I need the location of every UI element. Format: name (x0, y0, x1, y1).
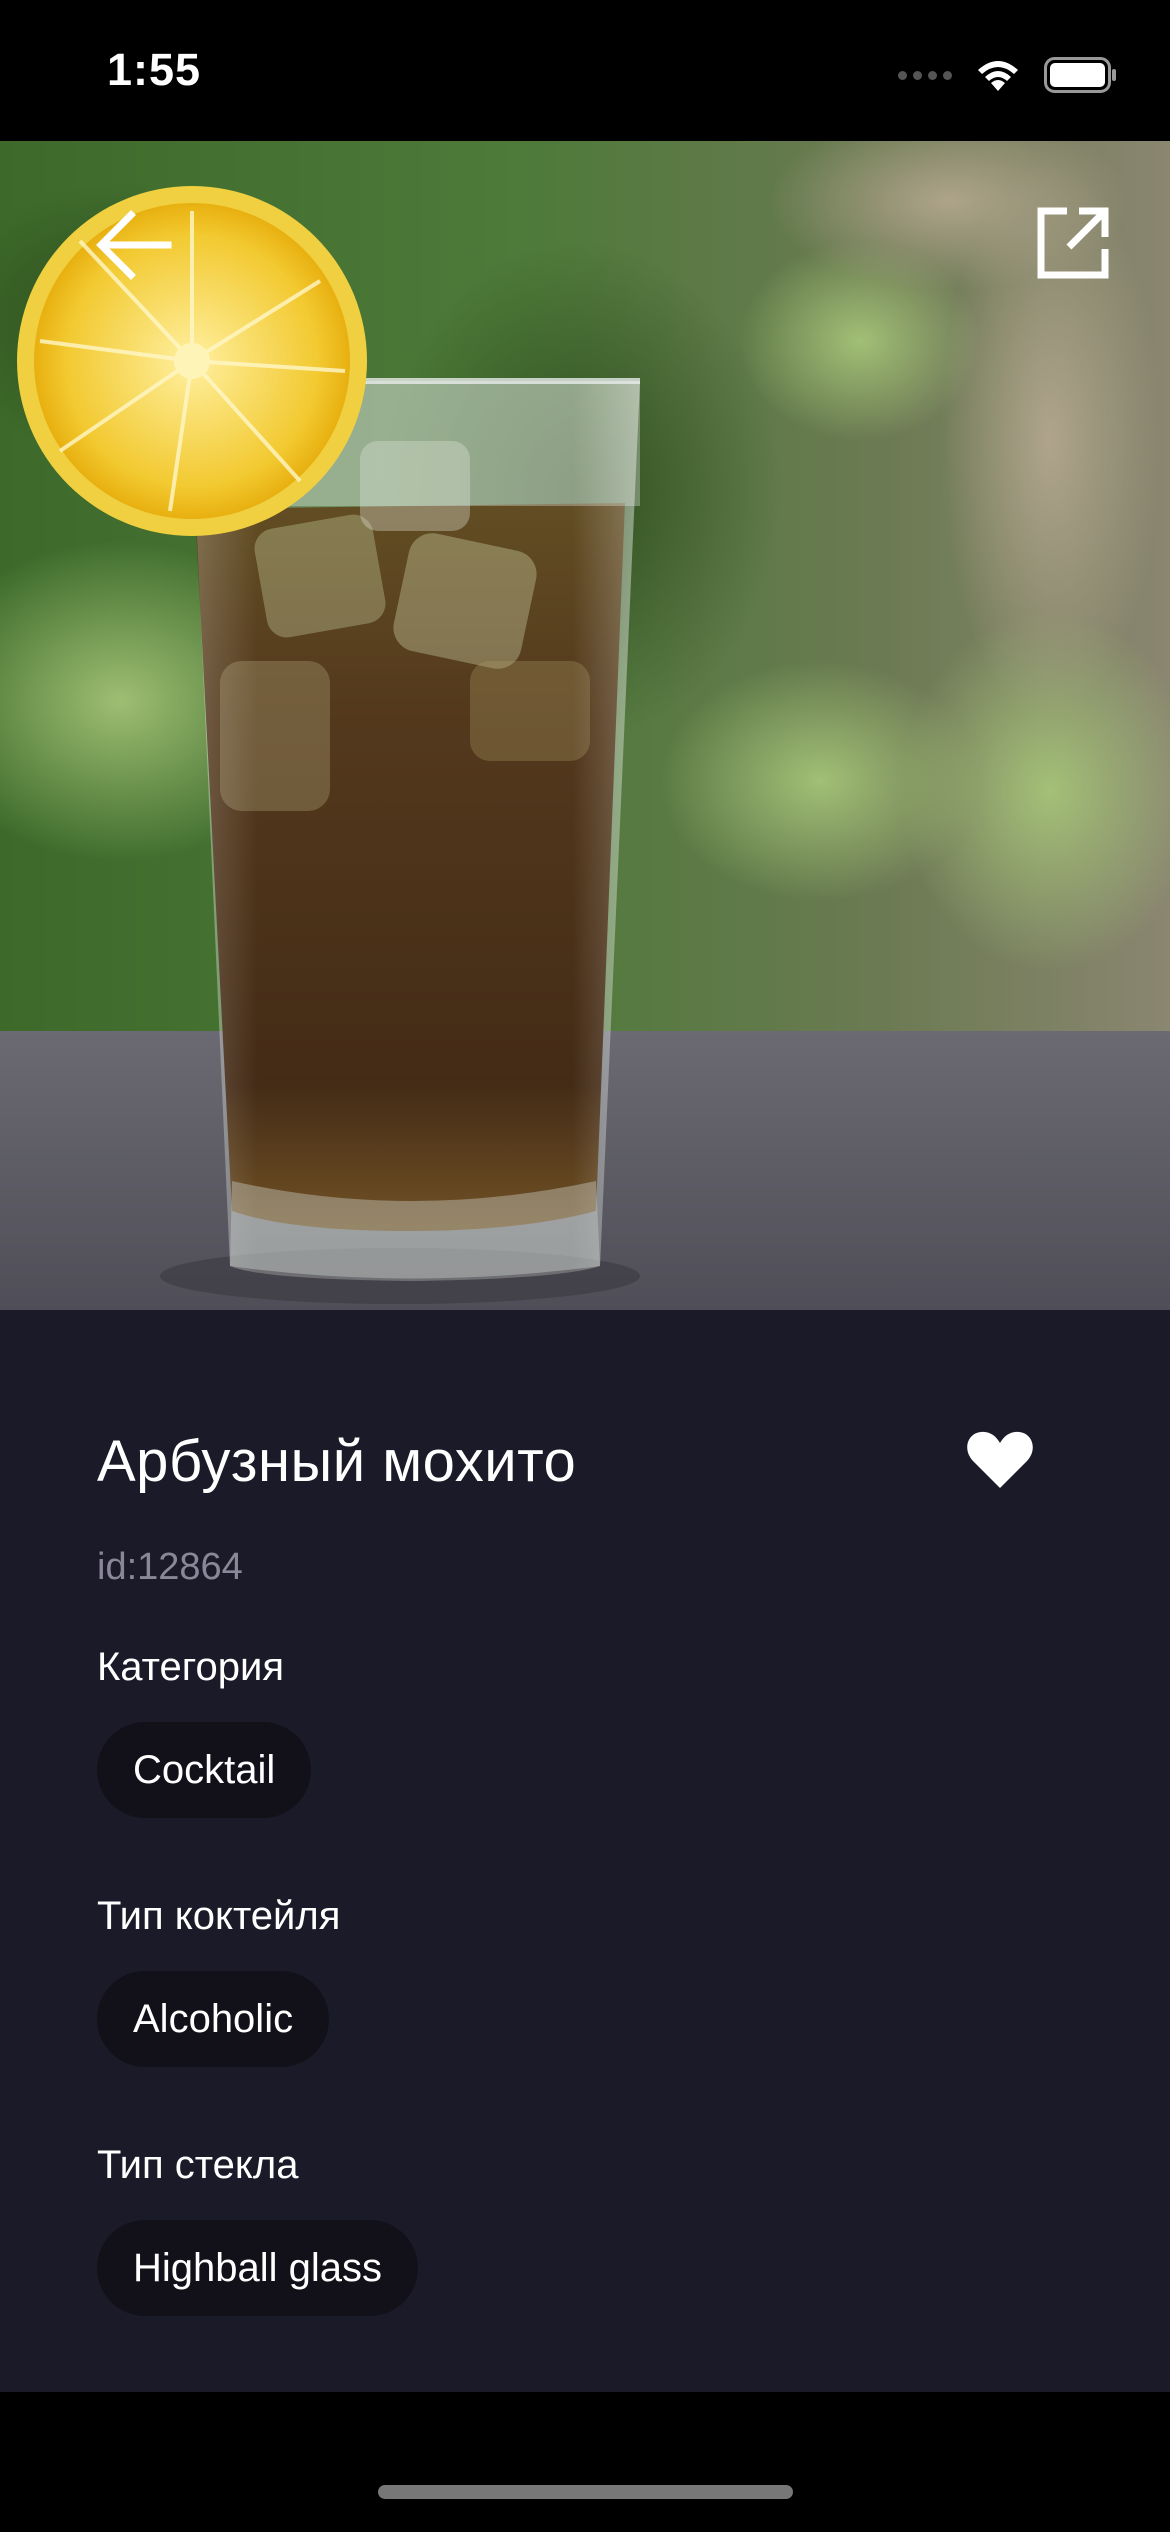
favorite-button[interactable] (960, 1420, 1040, 1500)
battery-icon (1044, 57, 1116, 93)
home-indicator[interactable] (378, 2485, 793, 2499)
wifi-icon (978, 61, 1018, 91)
cocktail-title: Арбузный мохито (97, 1429, 577, 1494)
cellular-signal-icon (898, 70, 952, 80)
cocktail-type-label: Тип коктейля (97, 1894, 341, 1938)
status-icons (898, 52, 1118, 98)
status-time: 1:55 (107, 44, 202, 95)
open-external-icon (1037, 207, 1109, 279)
arrow-left-icon (96, 210, 172, 280)
back-button[interactable] (88, 200, 178, 290)
glass-type-chip[interactable]: Highball glass (97, 2220, 419, 2316)
glass-type-label: Тип стекла (97, 2143, 299, 2187)
cocktail-type-chip[interactable]: Alcoholic (97, 1971, 330, 2067)
details-panel: Арбузный мохито id:12864 Категория Cockt… (0, 1310, 1170, 2392)
category-chip[interactable]: Cocktail (97, 1722, 312, 1818)
open-external-button[interactable] (1030, 200, 1116, 286)
category-label: Категория (97, 1645, 284, 1689)
bottom-safe-area (0, 2392, 1170, 2532)
cocktail-id: id:12864 (97, 1546, 243, 1588)
cocktail-image (0, 141, 1170, 1310)
cocktail-photo (0, 141, 1170, 1310)
status-bar: 1:55 (0, 0, 1170, 141)
heart-icon (967, 1431, 1033, 1488)
